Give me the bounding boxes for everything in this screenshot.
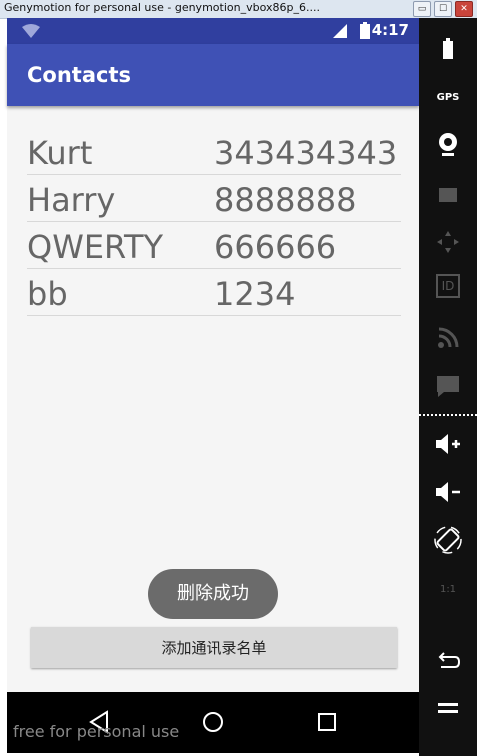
maximize-button[interactable]: ☐ <box>434 1 452 17</box>
app-bar: Contacts <box>7 44 419 106</box>
contact-phone: 8888888 <box>214 181 357 219</box>
volume-up-icon[interactable] <box>432 428 464 460</box>
id-label: ID <box>441 279 455 293</box>
sms-icon[interactable] <box>432 370 464 402</box>
contact-name: QWERTY <box>27 228 164 266</box>
window-controls: ▭ ☐ ✕ <box>413 1 473 17</box>
rotate-icon[interactable] <box>432 524 464 556</box>
minimize-button[interactable]: ▭ <box>413 1 431 17</box>
contact-row[interactable]: QWERTY 666666 <box>27 222 401 269</box>
emulator-sidebar: GPS ID 1:1 <box>419 18 477 756</box>
status-bar: 4:17 <box>7 18 419 44</box>
gps-icon[interactable]: GPS <box>432 82 464 114</box>
phone-screen: 4:17 Contacts Kurt 343434343 Harry 88888… <box>7 18 419 753</box>
signal-icon <box>333 24 347 38</box>
nav-home-icon[interactable] <box>199 708 227 736</box>
screencast-icon[interactable] <box>432 178 464 210</box>
gps-label: GPS <box>436 92 460 103</box>
window-title: Genymotion for personal use - genymotion… <box>4 1 320 14</box>
menu-icon[interactable] <box>432 694 464 726</box>
contact-row[interactable]: bb 1234 <box>27 269 401 316</box>
rss-icon[interactable] <box>432 322 464 354</box>
nav-recents-icon[interactable] <box>313 708 341 736</box>
app-title: Contacts <box>27 63 131 87</box>
contact-row[interactable]: Kurt 343434343 <box>27 128 401 175</box>
webcam-icon[interactable] <box>432 128 464 160</box>
volume-down-icon[interactable] <box>432 476 464 508</box>
scale-icon[interactable]: 1:1 <box>432 574 464 606</box>
watermark: free for personal use <box>13 722 180 741</box>
dpad-icon[interactable] <box>432 226 464 258</box>
scale-label: 1:1 <box>439 584 457 595</box>
contact-row[interactable]: Harry 8888888 <box>27 175 401 222</box>
close-button[interactable]: ✕ <box>455 1 473 17</box>
contact-name: Kurt <box>27 134 93 172</box>
id-icon[interactable]: ID <box>436 274 460 298</box>
battery-icon <box>360 22 370 39</box>
wifi-icon <box>22 24 40 38</box>
contact-list: Kurt 343434343 Harry 8888888 QWERTY 6666… <box>27 128 401 316</box>
back-icon[interactable] <box>432 646 464 678</box>
status-time: 4:17 <box>371 21 409 39</box>
battery-icon[interactable] <box>432 34 464 66</box>
contact-phone: 666666 <box>214 228 337 266</box>
sidebar-divider <box>419 414 477 416</box>
contact-name: bb <box>27 275 68 313</box>
toast-message: 删除成功 <box>148 569 278 619</box>
add-contact-button[interactable]: 添加通讯录名单 <box>31 627 397 668</box>
window-titlebar: Genymotion for personal use - genymotion… <box>0 0 477 19</box>
contact-phone: 343434343 <box>214 134 398 172</box>
contact-phone: 1234 <box>214 275 296 313</box>
contact-name: Harry <box>27 181 116 219</box>
